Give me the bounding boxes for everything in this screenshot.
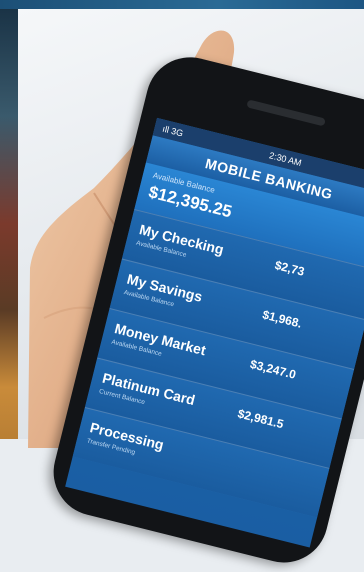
account-amount: $1,968.: [261, 307, 304, 331]
account-amount: $3,247.0: [248, 356, 298, 382]
account-amount: $2,981.5: [236, 406, 286, 432]
account-list: My Checking Available Balance $2,73 My S…: [72, 209, 364, 518]
phone-speaker: [246, 99, 326, 127]
background-scene-strip: [0, 9, 18, 439]
top-color-band: [0, 0, 364, 9]
account-amount: $2,73: [273, 257, 306, 279]
